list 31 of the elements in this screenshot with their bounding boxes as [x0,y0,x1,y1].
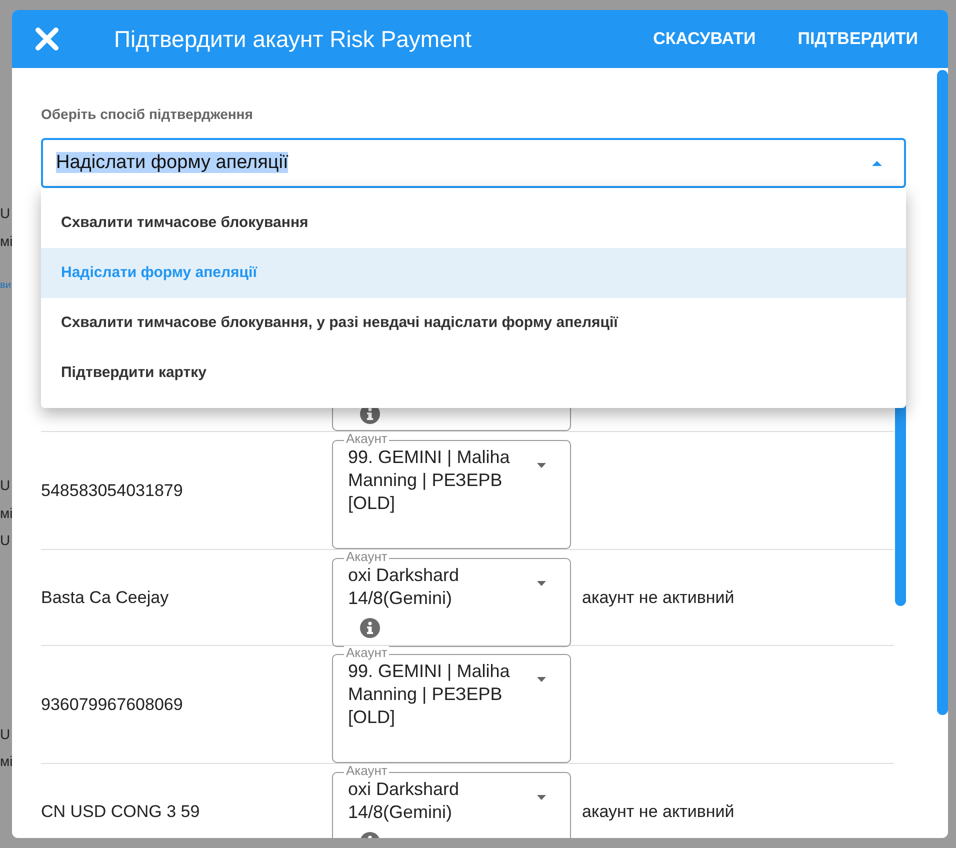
dropdown-option[interactable]: Схвалити тимчасове блокування [41,198,906,248]
card-name: 936079967608069 [41,694,184,716]
background-text: мі [0,505,14,521]
card-name: Basta Ca Ceejay [41,586,170,609]
field-label: Оберіть спосіб підтвердження [41,105,254,124]
status-text: акаунт не активний [582,586,734,609]
close-button[interactable] [34,26,60,52]
caret-icon [537,677,546,682]
caret-icon [537,581,546,586]
background-text: U [0,726,12,742]
card-name: CN USD CONG 3 59 [41,800,201,823]
dialog-title: Підтвердити акаунт Risk Payment [114,24,473,54]
status-text: акаунт не активний [582,800,734,823]
background-text: U [0,205,12,221]
dropdown-option[interactable]: Схвалити тимчасове блокування, у разі невдачі надіслати форму апеляції [41,298,906,348]
card-name: 548583054031879 [41,480,184,502]
method-select[interactable]: Надіслати форму апеляції [41,138,906,188]
floating-label: Акаунт [344,432,390,446]
caret-icon [537,463,546,468]
background-text: U [0,532,12,548]
close-icon [34,26,60,52]
scrollbar-thumb[interactable] [937,70,948,715]
floating-label: Акаунт [344,550,390,564]
background-text: мі [0,753,14,769]
caret-icon [537,795,546,800]
floating-label: Акаунт [344,646,390,660]
background-text: мі [0,233,14,249]
floating-label: Акаунт [344,764,390,778]
background-text: U [0,477,12,493]
caret-icon [872,160,882,166]
dropdown-option[interactable]: Підтвердити картку [41,348,906,398]
